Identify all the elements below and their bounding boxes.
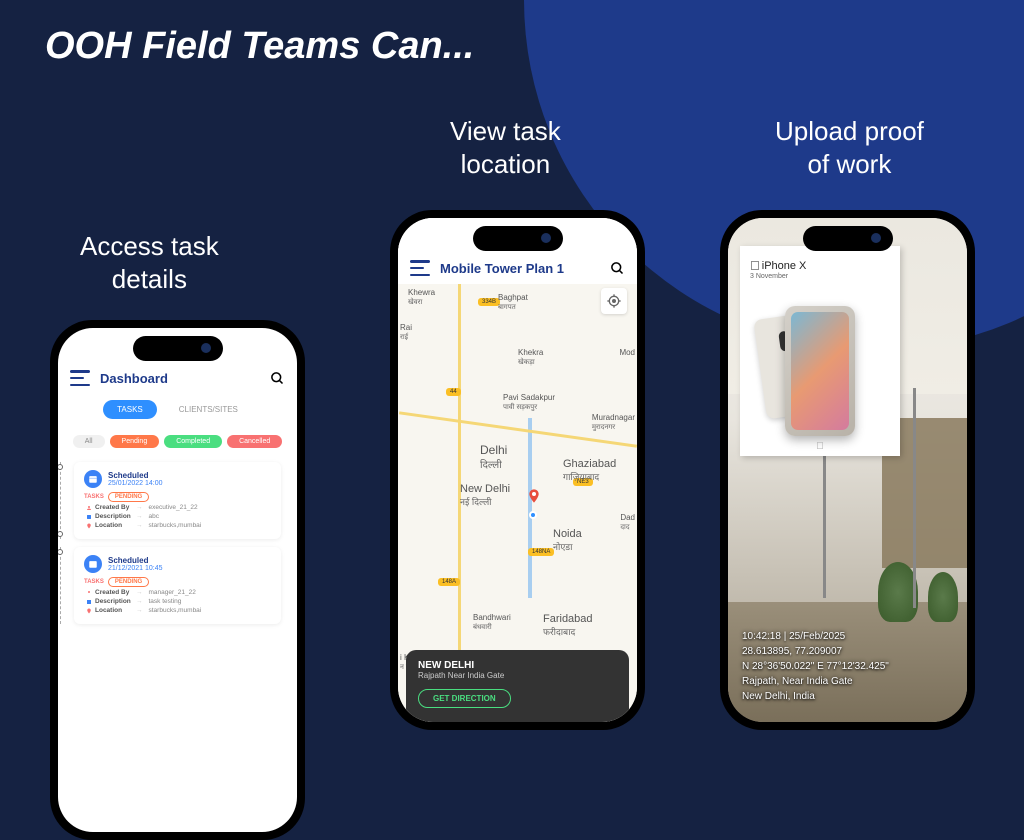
- camera-viewfinder[interactable]: iPhone X 3 November  10:42:18 | 25/Feb…: [728, 218, 967, 722]
- filter-pending[interactable]: Pending: [110, 435, 160, 448]
- menu-icon[interactable]: [70, 370, 90, 386]
- search-icon[interactable]: [270, 371, 285, 386]
- phone-map: 334B 44 NE3 148NA 148A Khewraखेवरा Raiरा…: [390, 210, 645, 730]
- billboard-brand: iPhone X: [750, 258, 890, 273]
- location-pin-icon: [526, 488, 542, 508]
- filter-all[interactable]: All: [73, 435, 105, 448]
- pending-badge: Pending: [108, 492, 149, 502]
- task-card[interactable]: 14:00 N/A Scheduled25/01/2022 14:00 TASK…: [74, 462, 281, 539]
- dashboard-title: Dashboard: [100, 371, 260, 386]
- overlay-coords-decimal: 28.613895, 77.209007: [742, 644, 889, 659]
- caption-upload: Upload proofof work: [775, 115, 924, 180]
- tab-tasks[interactable]: TASKS: [103, 400, 157, 419]
- map-title: Mobile Tower Plan 1: [440, 261, 600, 276]
- overlay-address: Rajpath, Near India Gate: [742, 674, 889, 689]
- calendar-icon: [84, 555, 102, 573]
- filter-completed[interactable]: Completed: [164, 435, 222, 448]
- overlay-timestamp: 10:42:18 | 25/Feb/2025: [742, 629, 889, 644]
- overlay-city: New Delhi, India: [742, 689, 889, 704]
- current-location-dot: [529, 511, 537, 519]
- filter-cancelled[interactable]: Cancelled: [227, 435, 282, 448]
- overlay-coords-dms: N 28°36'50.022" E 77°12'32.425": [742, 659, 889, 674]
- menu-icon[interactable]: [410, 260, 430, 276]
- search-icon[interactable]: [610, 261, 625, 276]
- location-address: Rajpath Near India Gate: [418, 671, 617, 680]
- locate-me-button[interactable]: [601, 288, 627, 314]
- task-status: Scheduled: [108, 471, 163, 480]
- phone-camera: iPhone X 3 November  10:42:18 | 25/Feb…: [720, 210, 975, 730]
- location-city: NEW DELHI: [418, 660, 617, 671]
- route-badge: 334B: [478, 298, 500, 306]
- tab-clients[interactable]: CLIENTS/SITES: [165, 400, 252, 419]
- caption-location: View tasklocation: [450, 115, 561, 180]
- photo-metadata-overlay: 10:42:18 | 25/Feb/2025 28.613895, 77.209…: [742, 629, 889, 704]
- phone-dashboard: Dashboard TASKS CLIENTS/SITES All Pendin…: [50, 320, 305, 840]
- location-card: NEW DELHI Rajpath Near India Gate GET DI…: [406, 650, 629, 722]
- task-card[interactable]: 10:45 Scheduled21/12/2021 10:45 TASKSPen…: [74, 547, 281, 624]
- billboard: iPhone X 3 November : [740, 246, 900, 456]
- page-title: OOH Field Teams Can...: [45, 25, 474, 68]
- calendar-icon: [84, 470, 102, 488]
- caption-access: Access taskdetails: [80, 230, 219, 295]
- get-direction-button[interactable]: GET DIRECTION: [418, 689, 511, 708]
- task-date: 25/01/2022 14:00: [108, 480, 163, 487]
